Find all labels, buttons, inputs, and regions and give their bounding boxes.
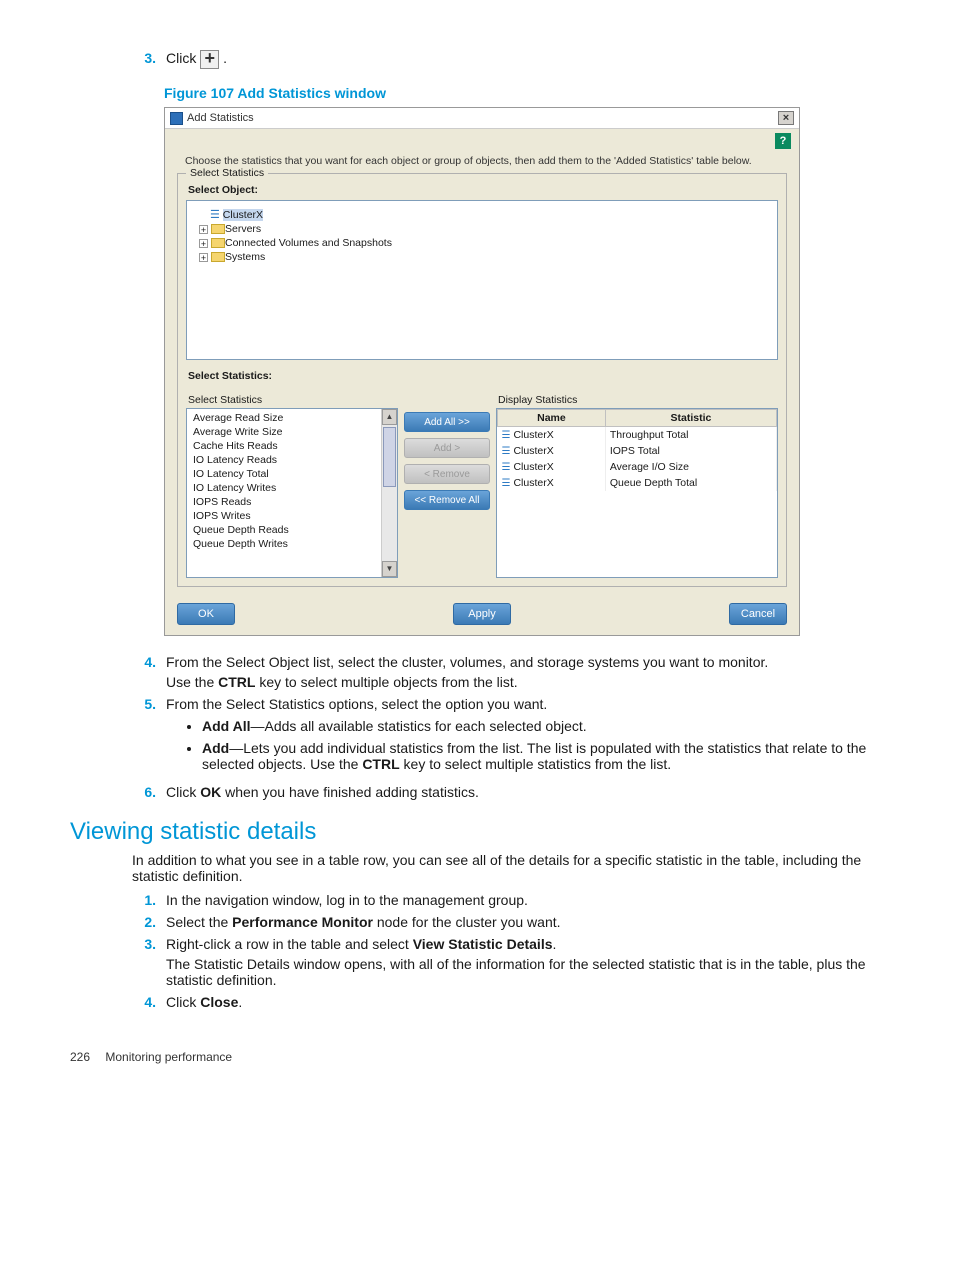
scroll-thumb[interactable] <box>383 427 396 487</box>
expander-icon[interactable]: + <box>199 239 208 248</box>
step-body: In the navigation window, log in to the … <box>166 892 884 908</box>
step-6: 6. Click OK when you have finished addin… <box>130 784 884 800</box>
add-all-button[interactable]: Add All >> <box>404 412 490 432</box>
bullet: Add All—Adds all available statistics fo… <box>202 718 884 734</box>
list-item[interactable]: IO Latency Reads <box>191 453 393 467</box>
step-number: 3. <box>130 50 156 69</box>
select-object-label: Select Object: <box>188 184 778 196</box>
ok-button[interactable]: OK <box>177 603 235 625</box>
step-number: 6. <box>130 784 156 800</box>
scrollbar[interactable]: ▲ ▼ <box>381 409 397 577</box>
tree-label: Systems <box>225 251 265 263</box>
footer-title: Monitoring performance <box>105 1050 232 1064</box>
tree-child[interactable]: + Servers <box>195 222 769 236</box>
text: . <box>223 50 227 66</box>
list-item[interactable]: IO Latency Total <box>191 467 393 481</box>
cluster-icon: ☰ <box>502 446 511 457</box>
vstep-1: 1. In the navigation window, log in to t… <box>130 892 884 908</box>
cluster-icon: ☰ <box>502 478 511 489</box>
step-number: 5. <box>130 696 156 778</box>
tree-label: Connected Volumes and Snapshots <box>225 237 392 249</box>
step-number: 3. <box>130 936 156 988</box>
section-heading: Viewing statistic details <box>70 818 884 846</box>
step-body: Click OK when you have finished adding s… <box>166 784 884 800</box>
step-body: Click + . <box>166 50 884 69</box>
step-body: Click Close. <box>166 994 884 1010</box>
step-3: 3. Click + . <box>130 50 884 69</box>
fieldset-legend: Select Statistics <box>186 167 268 179</box>
statistics-listbox[interactable]: Average Read Size Average Write Size Cac… <box>186 408 398 578</box>
add-statistics-window: Add Statistics × ? Choose the statistics… <box>164 107 800 636</box>
text: Click <box>166 50 200 66</box>
select-statistics-fieldset: Select Statistics Select Object: ☰ Clust… <box>177 173 787 587</box>
step-note: Use the CTRL key to select multiple obje… <box>166 674 884 690</box>
add-button[interactable]: Add > <box>404 438 490 458</box>
help-row: ? <box>165 129 799 149</box>
col-name[interactable]: Name <box>498 410 606 427</box>
table-row[interactable]: ☰ClusterXAverage I/O Size <box>498 459 777 475</box>
expander-icon[interactable]: + <box>199 225 208 234</box>
vstep-3: 3. Right-click a row in the table and se… <box>130 936 884 988</box>
window-icon <box>170 112 183 125</box>
page-footer: 226 Monitoring performance <box>70 1050 884 1064</box>
tree-child[interactable]: + Connected Volumes and Snapshots <box>195 236 769 250</box>
apply-button[interactable]: Apply <box>453 603 511 625</box>
figure-caption: Figure 107 Add Statistics window <box>164 85 884 101</box>
remove-all-button[interactable]: << Remove All <box>404 490 490 510</box>
cluster-icon: ☰ <box>502 430 511 441</box>
step-body: Right-click a row in the table and selec… <box>166 936 884 988</box>
list-item[interactable]: IOPS Reads <box>191 495 393 509</box>
page-number: 226 <box>70 1050 90 1064</box>
section-intro: In addition to what you see in a table r… <box>132 852 884 884</box>
help-icon[interactable]: ? <box>775 133 791 149</box>
list-item[interactable]: Cache Hits Reads <box>191 439 393 453</box>
expander-icon[interactable]: + <box>199 253 208 262</box>
step-number: 1. <box>130 892 156 908</box>
step-body: From the Select Statistics options, sele… <box>166 696 884 778</box>
remove-button[interactable]: < Remove <box>404 464 490 484</box>
window-title: Add Statistics <box>187 112 254 124</box>
step-number: 2. <box>130 914 156 930</box>
step-5: 5. From the Select Statistics options, s… <box>130 696 884 778</box>
step-number: 4. <box>130 654 156 690</box>
cluster-icon: ☰ <box>210 208 220 221</box>
folder-icon <box>211 252 225 262</box>
display-statistics-table[interactable]: Name Statistic ☰ClusterXThroughput Total… <box>496 408 778 578</box>
list-item[interactable]: Average Write Size <box>191 425 393 439</box>
close-icon[interactable]: × <box>778 111 794 125</box>
cluster-icon: ☰ <box>502 462 511 473</box>
list-item[interactable]: Average Read Size <box>191 411 393 425</box>
list-item[interactable]: Queue Depth Reads <box>191 523 393 537</box>
select-statistics-sublabel: Select Statistics <box>188 394 398 406</box>
titlebar: Add Statistics × <box>165 108 799 129</box>
tree-label: ClusterX <box>223 209 263 221</box>
tree-root[interactable]: ☰ ClusterX <box>195 207 769 222</box>
table-row[interactable]: ☰ClusterXIOPS Total <box>498 443 777 459</box>
folder-icon <box>211 224 225 234</box>
col-statistic[interactable]: Statistic <box>605 410 776 427</box>
object-tree[interactable]: ☰ ClusterX + Servers + Connected Volumes… <box>186 200 778 360</box>
table-row[interactable]: ☰ClusterXQueue Depth Total <box>498 475 777 491</box>
cancel-button[interactable]: Cancel <box>729 603 787 625</box>
list-item[interactable]: IO Latency Writes <box>191 481 393 495</box>
bullet: Add—Lets you add individual statistics f… <box>202 740 884 772</box>
display-statistics-label: Display Statistics <box>498 394 778 406</box>
scroll-up-icon[interactable]: ▲ <box>382 409 397 425</box>
list-item[interactable]: Queue Depth Writes <box>191 537 393 551</box>
vstep-4: 4. Click Close. <box>130 994 884 1010</box>
folder-icon <box>211 238 225 248</box>
select-statistics-label: Select Statistics: <box>188 370 778 382</box>
vstep-2: 2. Select the Performance Monitor node f… <box>130 914 884 930</box>
step-body: Select the Performance Monitor node for … <box>166 914 884 930</box>
step-4: 4. From the Select Object list, select t… <box>130 654 884 690</box>
step-note: The Statistic Details window opens, with… <box>166 956 884 988</box>
plus-icon: + <box>200 50 219 69</box>
list-item[interactable]: IOPS Writes <box>191 509 393 523</box>
scroll-down-icon[interactable]: ▼ <box>382 561 397 577</box>
step-body: From the Select Object list, select the … <box>166 654 884 690</box>
tree-child[interactable]: + Systems <box>195 250 769 264</box>
step-number: 4. <box>130 994 156 1010</box>
table-row[interactable]: ☰ClusterXThroughput Total <box>498 427 777 444</box>
tree-label: Servers <box>225 223 261 235</box>
